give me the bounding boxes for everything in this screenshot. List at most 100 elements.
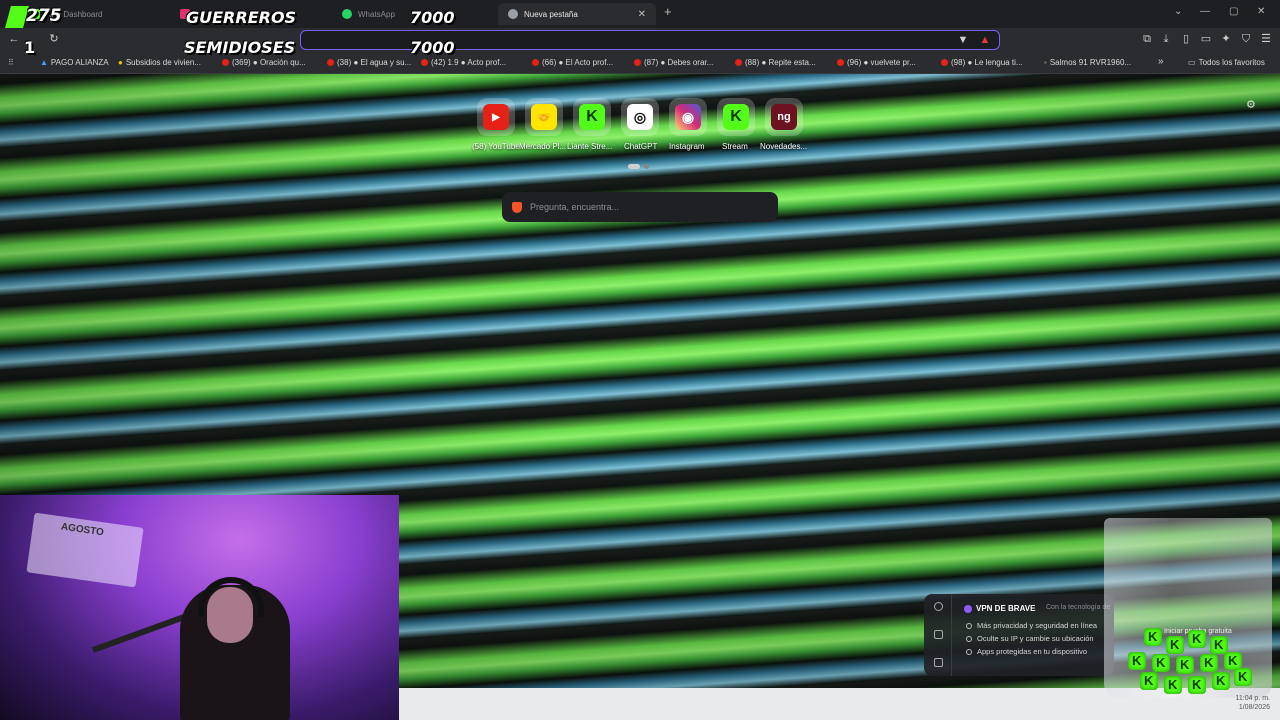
all-favorites-button[interactable]: ▭ Todos los favoritos bbox=[1188, 58, 1265, 67]
top-site-novedades[interactable]: ng bbox=[765, 98, 803, 136]
customize-gear-icon[interactable]: ⚙ bbox=[1246, 98, 1256, 111]
check-icon bbox=[966, 648, 972, 655]
top-site-stream[interactable]: K bbox=[717, 98, 755, 136]
top-site-chatgpt[interactable]: ◎ bbox=[621, 98, 659, 136]
kick-icon: K bbox=[579, 104, 605, 130]
search-box[interactable]: Pregunta, encuentra... bbox=[502, 192, 778, 222]
microphone-arm bbox=[91, 613, 189, 653]
bookmark-item[interactable]: ● Subsidios de vivien... bbox=[118, 58, 201, 67]
warning-icon bbox=[934, 630, 943, 639]
book-icon: ▪ bbox=[1044, 58, 1047, 67]
page-dot-active[interactable] bbox=[628, 164, 640, 169]
kick-token-icon bbox=[1152, 654, 1170, 672]
kick-token-icon bbox=[1210, 636, 1228, 654]
kick-token-icon bbox=[1128, 652, 1146, 670]
kick-token-icon bbox=[1188, 676, 1206, 694]
vpn-logo-icon bbox=[964, 604, 972, 613]
vpn-subtitle: Con la tecnología de bbox=[1046, 604, 1111, 611]
page-dot[interactable] bbox=[644, 164, 649, 169]
folder-icon: ▭ bbox=[1188, 58, 1196, 67]
kick-icon: K bbox=[723, 104, 749, 130]
youtube-icon bbox=[222, 59, 229, 66]
vpn-title: VPN DE BRAVE bbox=[964, 604, 1035, 613]
kick-token-icon bbox=[1144, 628, 1162, 646]
reload-icon[interactable]: ↻ bbox=[48, 33, 60, 45]
top-sites-pager[interactable] bbox=[628, 164, 649, 169]
top-site-instagram[interactable]: ◉ bbox=[669, 98, 707, 136]
tab-nueva-pestana[interactable]: Nueva pestaña ✕ bbox=[498, 3, 656, 25]
bookmark-item[interactable]: (66) ● El Acto prof... bbox=[532, 58, 613, 67]
url-input[interactable]: ▼ ▲ bbox=[300, 30, 1000, 50]
youtube-icon bbox=[941, 59, 948, 66]
youtube-icon bbox=[327, 59, 334, 66]
sidebar-icon[interactable]: ▯ bbox=[1180, 33, 1192, 45]
apps-icon[interactable]: ⠿ bbox=[8, 58, 14, 67]
chatgpt-icon: ◎ bbox=[627, 104, 653, 130]
bookmark-item[interactable]: (38) ● El agua y su... bbox=[327, 58, 411, 67]
tab-label: Nueva pestaña bbox=[524, 9, 578, 19]
kick-token-icon bbox=[1212, 672, 1230, 690]
overlay-team-semidioses: SEMIDIOSES bbox=[184, 38, 296, 57]
check-icon bbox=[966, 622, 972, 629]
whatsapp-icon bbox=[342, 9, 352, 19]
top-site-mercado-libre[interactable]: 🤝 bbox=[525, 98, 563, 136]
kick-token-icon bbox=[1140, 672, 1158, 690]
back-icon[interactable]: ← bbox=[8, 33, 20, 45]
globe-icon bbox=[508, 9, 518, 19]
ng-icon: ng bbox=[771, 104, 797, 130]
overlay-team-guerreros: GUERREROS bbox=[186, 8, 297, 27]
bookmark-item[interactable]: ▲ PAGO ALIANZA bbox=[40, 58, 109, 67]
close-tab-icon[interactable]: ✕ bbox=[638, 9, 646, 20]
minimize-button[interactable]: — bbox=[1200, 6, 1210, 17]
bookmark-item[interactable]: (369) ● Oración qu... bbox=[222, 58, 306, 67]
top-site-label: ChatGPT bbox=[624, 142, 658, 151]
youtube-icon bbox=[837, 59, 844, 66]
check-icon bbox=[966, 635, 972, 642]
downloads-icon[interactable]: ⤓ bbox=[1160, 33, 1172, 45]
brave-rewards-icon[interactable]: ▲ bbox=[979, 34, 991, 46]
top-site-label: Stream bbox=[722, 142, 748, 151]
bookmark-item[interactable]: (96) ● vuelvete pr... bbox=[837, 58, 916, 67]
bookmark-item[interactable]: (98) ● Le lengua ti... bbox=[941, 58, 1023, 67]
youtube-icon bbox=[532, 59, 539, 66]
overlay-points-guerreros: 7000 bbox=[410, 8, 455, 27]
top-site-label: Novedades... bbox=[760, 142, 808, 151]
vpn-feature: Más privacidad y seguridad en línea bbox=[966, 621, 1097, 630]
bookmark-item[interactable]: (42) 1.9 ● Acto prof... bbox=[421, 58, 506, 67]
leo-ai-icon[interactable]: ✦ bbox=[1220, 33, 1232, 45]
tab-search-dropdown-icon[interactable]: ⌄ bbox=[1174, 6, 1182, 17]
bookmarks-overflow-button[interactable]: » bbox=[1158, 56, 1164, 67]
brave-vpn-card[interactable]: VPN DE BRAVE Con la tecnología de Más pr… bbox=[924, 594, 1114, 676]
new-tab-button[interactable]: + bbox=[664, 4, 672, 19]
bookmark-item[interactable]: (88) ● Repite esta... bbox=[735, 58, 816, 67]
tab-label: WhatsApp bbox=[358, 9, 395, 19]
vpn-icon[interactable]: ⛉ bbox=[1240, 33, 1252, 45]
overlay-points-semidioses: 7000 bbox=[410, 38, 455, 57]
youtube-icon bbox=[634, 59, 641, 66]
alianza-icon: ▲ bbox=[40, 58, 48, 67]
youtube-icon bbox=[421, 59, 428, 66]
bookmark-item[interactable]: ▪ Salmos 91 RVR1960... bbox=[1044, 58, 1131, 67]
youtube-icon bbox=[735, 59, 742, 66]
wallet-icon[interactable]: ▭ bbox=[1200, 33, 1212, 45]
youtube-icon: ▶ bbox=[483, 104, 509, 130]
shield-icon bbox=[934, 602, 943, 611]
extensions-icon[interactable]: ⧉ bbox=[1141, 33, 1153, 45]
vpn-feature: Oculte su IP y cambie su ubicación bbox=[966, 634, 1094, 643]
bookmark-item[interactable]: (87) ● Debes orar... bbox=[634, 58, 713, 67]
brave-shields-icon[interactable]: ▼ bbox=[957, 34, 969, 46]
vpn-feature: Apps protegidas en tu dispositivo bbox=[966, 647, 1087, 656]
top-site-liante-stream[interactable]: K bbox=[573, 98, 611, 136]
top-site-label: Mercado Pl... bbox=[519, 142, 567, 151]
house-icon: ● bbox=[118, 58, 123, 67]
top-site-youtube[interactable]: ▶ bbox=[477, 98, 515, 136]
maximize-button[interactable]: ▢ bbox=[1229, 6, 1238, 17]
close-window-button[interactable]: ✕ bbox=[1257, 6, 1265, 17]
menu-icon[interactable]: ☰ bbox=[1260, 33, 1272, 45]
kick-token-icon bbox=[1188, 630, 1206, 648]
search-input-placeholder: Pregunta, encuentra... bbox=[530, 202, 620, 212]
kick-token-icon bbox=[1200, 654, 1218, 672]
wall-calendar: AGOSTO bbox=[26, 512, 144, 588]
handshake-icon: 🤝 bbox=[531, 104, 557, 130]
kick-gift-jar: Iniciar prueba gratuita bbox=[1104, 518, 1272, 698]
